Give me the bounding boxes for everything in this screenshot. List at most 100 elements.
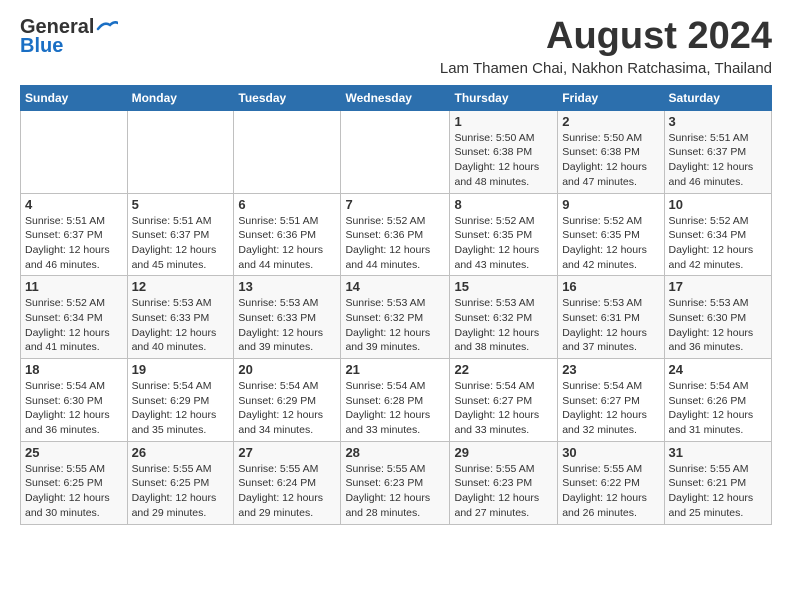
day-info: Sunrise: 5:53 AM Sunset: 6:33 PM Dayligh… <box>238 296 336 355</box>
calendar-cell: 2Sunrise: 5:50 AM Sunset: 6:38 PM Daylig… <box>558 110 664 193</box>
calendar-cell: 26 Sunrise: 5:55 AM Sunset: 6:25 PM Dayli… <box>127 441 234 524</box>
days-of-week-row: SundayMondayTuesdayWednesdayThursdayFrid… <box>21 85 772 110</box>
day-number: 3 <box>669 114 767 129</box>
calendar-week-1: 1 Sunrise: 5:50 AM Sunset: 6:38 PM Daylig… <box>21 110 772 193</box>
calendar-cell: 27 Sunrise: 5:55 AM Sunset: 6:24 PM Dayli… <box>234 441 341 524</box>
calendar-cell: 1 Sunrise: 5:50 AM Sunset: 6:38 PM Daylig… <box>450 110 558 193</box>
day-info: Sunrise: 5:55 AM Sunset: 6:21 PM Dayligh… <box>669 462 767 521</box>
calendar-cell: 11 Sunrise: 5:52 AM Sunset: 6:34 PM Dayli… <box>21 276 128 359</box>
day-info: Sunrise: 5:52 AM Sunset: 6:36 PM Dayligh… <box>345 214 445 273</box>
day-info: Sunrise: 5:54 AM Sunset: 6:30 PM Dayligh… <box>25 379 123 438</box>
calendar-cell: 30Sunrise: 5:55 AM Sunset: 6:22 PM Dayli… <box>558 441 664 524</box>
day-number: 6 <box>238 197 336 212</box>
calendar-table: SundayMondayTuesdayWednesdayThursdayFrid… <box>20 85 772 525</box>
calendar-cell <box>234 110 341 193</box>
calendar-cell <box>21 110 128 193</box>
day-info: Sunrise: 5:54 AM Sunset: 6:26 PM Dayligh… <box>669 379 767 438</box>
sub-title: Lam Thamen Chai, Nakhon Ratchasima, Thai… <box>440 60 772 77</box>
day-number: 18 <box>25 362 123 377</box>
calendar-cell: 18 Sunrise: 5:54 AM Sunset: 6:30 PM Dayli… <box>21 359 128 442</box>
calendar-cell: 10 Sunrise: 5:52 AM Sunset: 6:34 PM Dayli… <box>664 193 771 276</box>
day-info: Sunrise: 5:52 AM Sunset: 6:34 PM Dayligh… <box>25 296 123 355</box>
day-number: 30 <box>562 445 659 460</box>
day-number: 29 <box>454 445 553 460</box>
calendar-cell: 13 Sunrise: 5:53 AM Sunset: 6:33 PM Dayli… <box>234 276 341 359</box>
day-number: 17 <box>669 279 767 294</box>
day-info: Sunrise: 5:53 AM Sunset: 6:31 PM Dayligh… <box>562 296 659 355</box>
day-info: Sunrise: 5:50 AM Sunset: 6:38 PM Dayligh… <box>454 131 553 190</box>
day-info: Sunrise: 5:51 AM Sunset: 6:37 PM Dayligh… <box>132 214 230 273</box>
calendar-cell: 29 Sunrise: 5:55 AM Sunset: 6:23 PM Dayli… <box>450 441 558 524</box>
day-info: Sunrise: 5:55 AM Sunset: 6:25 PM Dayligh… <box>25 462 123 521</box>
calendar-cell: 15Sunrise: 5:53 AM Sunset: 6:32 PM Dayli… <box>450 276 558 359</box>
calendar-cell: 21Sunrise: 5:54 AM Sunset: 6:28 PM Dayli… <box>341 359 450 442</box>
day-info: Sunrise: 5:54 AM Sunset: 6:29 PM Dayligh… <box>238 379 336 438</box>
calendar-cell: 28 Sunrise: 5:55 AM Sunset: 6:23 PM Dayli… <box>341 441 450 524</box>
calendar-cell: 8 Sunrise: 5:52 AM Sunset: 6:35 PM Daylig… <box>450 193 558 276</box>
day-info: Sunrise: 5:51 AM Sunset: 6:37 PM Dayligh… <box>669 131 767 190</box>
weekday-header-sunday: Sunday <box>21 85 128 110</box>
logo-bird-icon <box>96 19 118 33</box>
calendar-cell: 31 Sunrise: 5:55 AM Sunset: 6:21 PM Dayli… <box>664 441 771 524</box>
calendar-cell: 16 Sunrise: 5:53 AM Sunset: 6:31 PM Dayli… <box>558 276 664 359</box>
calendar-cell: 9 Sunrise: 5:52 AM Sunset: 6:35 PM Daylig… <box>558 193 664 276</box>
weekday-header-thursday: Thursday <box>450 85 558 110</box>
day-info: Sunrise: 5:54 AM Sunset: 6:28 PM Dayligh… <box>345 379 445 438</box>
day-number: 28 <box>345 445 445 460</box>
calendar-cell: 3 Sunrise: 5:51 AM Sunset: 6:37 PM Daylig… <box>664 110 771 193</box>
calendar-cell: 17Sunrise: 5:53 AM Sunset: 6:30 PM Dayli… <box>664 276 771 359</box>
day-number: 12 <box>132 279 230 294</box>
day-number: 31 <box>669 445 767 460</box>
day-number: 13 <box>238 279 336 294</box>
logo: General Blue <box>20 16 118 58</box>
day-info: Sunrise: 5:53 AM Sunset: 6:33 PM Dayligh… <box>132 296 230 355</box>
calendar-cell: 19Sunrise: 5:54 AM Sunset: 6:29 PM Dayli… <box>127 359 234 442</box>
calendar-cell: 6Sunrise: 5:51 AM Sunset: 6:36 PM Daylig… <box>234 193 341 276</box>
day-number: 10 <box>669 197 767 212</box>
calendar-cell: 23Sunrise: 5:54 AM Sunset: 6:27 PM Dayli… <box>558 359 664 442</box>
calendar-header: SundayMondayTuesdayWednesdayThursdayFrid… <box>21 85 772 110</box>
weekday-header-wednesday: Wednesday <box>341 85 450 110</box>
calendar-week-2: 4 Sunrise: 5:51 AM Sunset: 6:37 PM Daylig… <box>21 193 772 276</box>
day-info: Sunrise: 5:52 AM Sunset: 6:35 PM Dayligh… <box>454 214 553 273</box>
calendar-week-5: 25 Sunrise: 5:55 AM Sunset: 6:25 PM Dayli… <box>21 441 772 524</box>
main-title: August 2024 <box>440 16 772 58</box>
day-info: Sunrise: 5:53 AM Sunset: 6:32 PM Dayligh… <box>345 296 445 355</box>
day-number: 7 <box>345 197 445 212</box>
day-number: 11 <box>25 279 123 294</box>
day-number: 25 <box>25 445 123 460</box>
calendar-cell <box>127 110 234 193</box>
day-info: Sunrise: 5:55 AM Sunset: 6:23 PM Dayligh… <box>454 462 553 521</box>
day-number: 26 <box>132 445 230 460</box>
day-info: Sunrise: 5:51 AM Sunset: 6:37 PM Dayligh… <box>25 214 123 273</box>
day-number: 4 <box>25 197 123 212</box>
day-info: Sunrise: 5:55 AM Sunset: 6:23 PM Dayligh… <box>345 462 445 521</box>
header: General Blue August 2024 Lam Thamen Chai… <box>20 16 772 77</box>
weekday-header-tuesday: Tuesday <box>234 85 341 110</box>
calendar-cell: 20Sunrise: 5:54 AM Sunset: 6:29 PM Dayli… <box>234 359 341 442</box>
calendar-body: 1 Sunrise: 5:50 AM Sunset: 6:38 PM Daylig… <box>21 110 772 524</box>
day-number: 5 <box>132 197 230 212</box>
calendar-cell <box>341 110 450 193</box>
calendar-cell: 12 Sunrise: 5:53 AM Sunset: 6:33 PM Dayli… <box>127 276 234 359</box>
calendar-cell: 24 Sunrise: 5:54 AM Sunset: 6:26 PM Dayli… <box>664 359 771 442</box>
weekday-header-saturday: Saturday <box>664 85 771 110</box>
day-number: 8 <box>454 197 553 212</box>
day-number: 27 <box>238 445 336 460</box>
day-info: Sunrise: 5:53 AM Sunset: 6:32 PM Dayligh… <box>454 296 553 355</box>
day-number: 24 <box>669 362 767 377</box>
day-info: Sunrise: 5:55 AM Sunset: 6:25 PM Dayligh… <box>132 462 230 521</box>
calendar-cell: 5 Sunrise: 5:51 AM Sunset: 6:37 PM Daylig… <box>127 193 234 276</box>
day-info: Sunrise: 5:52 AM Sunset: 6:34 PM Dayligh… <box>669 214 767 273</box>
day-number: 16 <box>562 279 659 294</box>
day-number: 1 <box>454 114 553 129</box>
day-info: Sunrise: 5:54 AM Sunset: 6:29 PM Dayligh… <box>132 379 230 438</box>
weekday-header-friday: Friday <box>558 85 664 110</box>
title-block: August 2024 Lam Thamen Chai, Nakhon Ratc… <box>440 16 772 77</box>
day-info: Sunrise: 5:52 AM Sunset: 6:35 PM Dayligh… <box>562 214 659 273</box>
day-number: 22 <box>454 362 553 377</box>
day-number: 9 <box>562 197 659 212</box>
calendar-week-4: 18 Sunrise: 5:54 AM Sunset: 6:30 PM Dayli… <box>21 359 772 442</box>
day-info: Sunrise: 5:55 AM Sunset: 6:24 PM Dayligh… <box>238 462 336 521</box>
calendar-cell: 4 Sunrise: 5:51 AM Sunset: 6:37 PM Daylig… <box>21 193 128 276</box>
